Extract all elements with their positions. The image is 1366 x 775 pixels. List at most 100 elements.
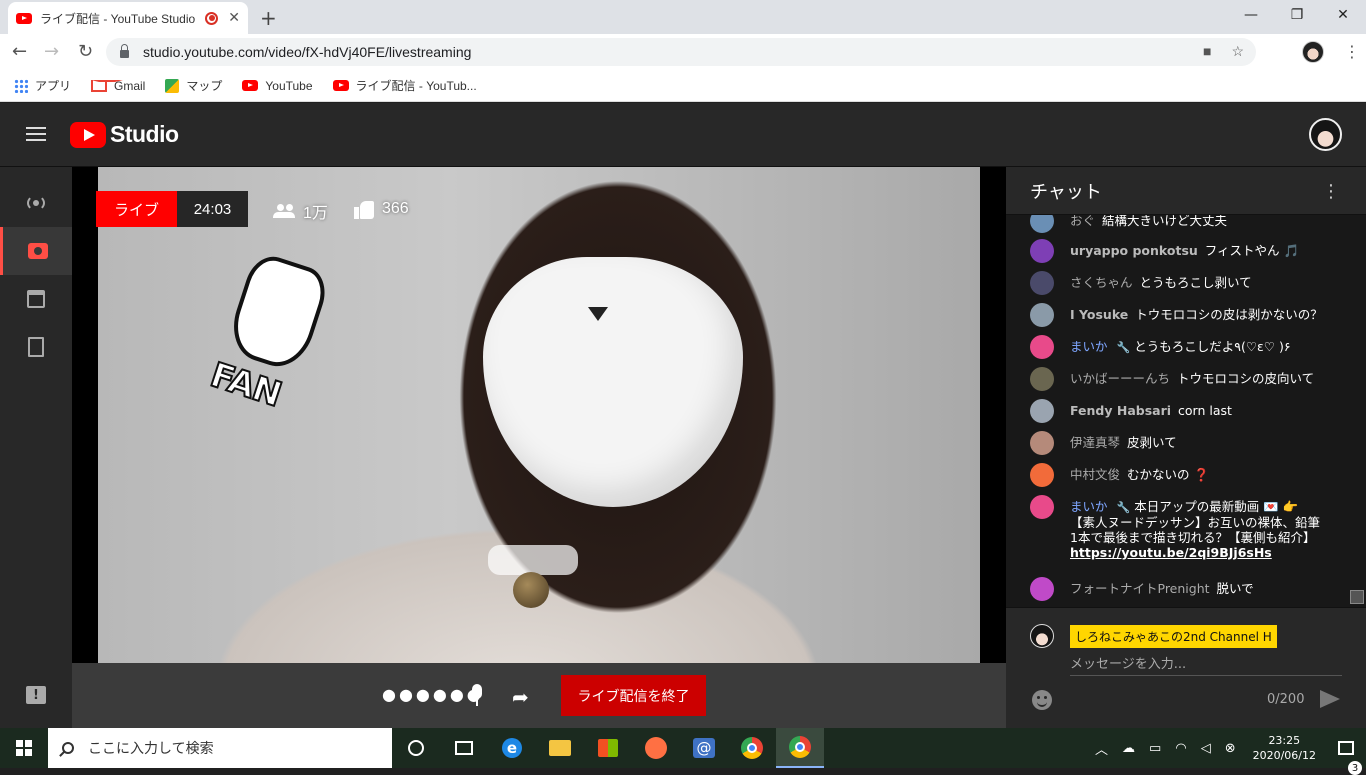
browser-tab-studio[interactable]: ライブ配信 - YouTube Studio ✕ — [8, 2, 248, 34]
reload-button[interactable]: ↻ — [78, 41, 93, 62]
chat-header: チャット ⋮ — [1006, 167, 1366, 215]
rail-stream-now[interactable] — [0, 179, 72, 227]
bookmark-youtube[interactable]: YouTube — [242, 79, 313, 93]
new-tab-button[interactable]: + — [260, 6, 277, 30]
chat-avatar — [1030, 215, 1054, 233]
calendar-icon — [27, 290, 45, 308]
moderator-wrench-icon: 🔧 — [1116, 341, 1131, 354]
share-icon[interactable]: ➦ — [512, 685, 529, 709]
youtube-logo-icon — [70, 121, 106, 148]
wifi-icon[interactable]: ◠ — [1175, 741, 1186, 756]
left-rail: ! — [0, 167, 72, 728]
chat-link[interactable]: https://youtu.be/2qi9BJj6sHs — [1070, 545, 1272, 560]
tab-close-icon[interactable]: ✕ — [228, 10, 240, 26]
notification-center[interactable]: 3 — [1326, 741, 1366, 775]
taskbar-clock[interactable]: 23:25 2020/06/12 — [1253, 733, 1316, 763]
chat-input-area: しろねこみゃあこの2nd Channel H 0/200 — [1006, 607, 1366, 728]
taskbar-explorer[interactable] — [536, 728, 584, 768]
end-stream-button[interactable]: ライブ配信を終了 — [561, 675, 706, 716]
browser-menu-icon[interactable]: ⋮ — [1344, 42, 1360, 61]
thumbs-up-icon — [354, 199, 374, 219]
browser-tabbar: ライブ配信 - YouTube Studio ✕ + — ❐ ✕ — [0, 0, 1366, 34]
cortana-button[interactable] — [392, 728, 440, 768]
bookmark-gmail[interactable]: Gmail — [91, 79, 145, 93]
feedback-icon[interactable]: ! — [26, 686, 46, 704]
maximize-button[interactable]: ❐ — [1274, 0, 1320, 30]
people-icon — [273, 204, 295, 218]
task-view-button[interactable] — [440, 728, 488, 768]
tab-title: ライブ配信 - YouTube Studio — [40, 11, 196, 26]
chat-menu-icon[interactable]: ⋮ — [1322, 181, 1340, 202]
chat-message-input[interactable] — [1070, 654, 1342, 676]
rail-webcam[interactable] — [0, 227, 72, 275]
bookmark-apps[interactable]: アプリ — [14, 77, 71, 94]
ime-icon[interactable]: ⊗ — [1225, 741, 1236, 756]
chat-avatar — [1030, 431, 1054, 455]
chat-avatar — [1030, 367, 1054, 391]
taskbar-store[interactable] — [584, 728, 632, 768]
taskbar-app-orange[interactable] — [632, 728, 680, 768]
rail-exit[interactable] — [0, 323, 72, 371]
camera-icon[interactable]: ■ — [1203, 43, 1211, 60]
search-icon — [62, 742, 74, 754]
ribbon — [488, 545, 578, 575]
start-button[interactable] — [0, 728, 48, 768]
maps-icon — [165, 78, 180, 93]
live-chat-panel: チャット ⋮ おぐ 結構大きいけど大丈夫 uryappo ponkotsu フィスト… — [1006, 167, 1366, 728]
taskbar-mail[interactable]: @ — [680, 728, 728, 768]
browser-profile-avatar[interactable] — [1302, 41, 1324, 63]
minimize-button[interactable]: — — [1228, 0, 1274, 30]
char-count: 0/200 — [1267, 692, 1305, 707]
cloud-icon[interactable]: ☁ — [1122, 741, 1135, 756]
menu-icon[interactable] — [26, 127, 46, 141]
chat-avatar — [1030, 399, 1054, 423]
studio-header: Studio — [0, 103, 1366, 167]
chat-message: まいか 🔧 とうもろこしだよ٩(♡ε♡ )۶ — [1030, 335, 1324, 359]
store-icon — [598, 739, 618, 757]
forward-button[interactable]: → — [44, 41, 59, 62]
chat-title: チャット — [1030, 181, 1102, 203]
bookmark-live-studio[interactable]: ライブ配信 - YouTub... — [332, 77, 477, 94]
chat-avatar — [1030, 239, 1054, 263]
url-field[interactable]: studio.youtube.com/video/fX-hdVj40FE/liv… — [106, 38, 1256, 66]
youtube-icon — [242, 80, 259, 91]
notification-count: 3 — [1348, 761, 1362, 775]
send-icon[interactable] — [1320, 690, 1340, 708]
chat-avatar — [1030, 463, 1054, 487]
stream-controls: ●●●●●● ➦ ライブ配信を終了 — [72, 663, 1006, 728]
lock-icon — [120, 43, 129, 58]
folder-icon — [549, 740, 571, 756]
chat-message: 中村文俊 むかないの ❓ — [1030, 463, 1324, 487]
chat-message: まいか 🔧 本日アップの最新動画 💌 👉 【素人ヌードデッサン】お互いの裸体、鉛筆… — [1030, 495, 1324, 560]
chevron-up-icon[interactable]: ︿ — [1095, 739, 1108, 758]
account-avatar[interactable] — [1309, 118, 1342, 151]
chat-avatar — [1030, 303, 1054, 327]
chat-message: Fendy Habsari corn last — [1030, 399, 1324, 423]
taskbar-search[interactable]: ここに入力して検索 — [48, 728, 392, 768]
chat-avatar — [1030, 271, 1054, 295]
chat-message: さくちゃん とうもろこし剥いて — [1030, 271, 1324, 295]
broadcast-icon — [25, 195, 47, 211]
volume-icon[interactable]: ◁ — [1201, 741, 1211, 756]
bookmark-maps[interactable]: マップ — [165, 77, 222, 94]
taskbar-chrome-profile[interactable] — [776, 728, 824, 768]
viewer-count: 1万 — [273, 199, 328, 223]
battery-icon[interactable]: ▭ — [1149, 741, 1161, 756]
app-icon — [645, 737, 667, 759]
chat-message-list[interactable]: おぐ 結構大きいけど大丈夫 uryappo ponkotsu フィストやん 🎵 さく… — [1006, 215, 1352, 607]
rail-manage[interactable] — [0, 275, 72, 323]
taskbar-chrome[interactable] — [728, 728, 776, 768]
face-mask — [483, 257, 743, 507]
star-icon[interactable]: ☆ — [1231, 43, 1244, 60]
chat-scrollbar[interactable] — [1350, 590, 1364, 604]
studio-logo[interactable]: Studio — [70, 121, 179, 148]
close-window-button[interactable]: ✕ — [1320, 0, 1366, 30]
emoji-icon[interactable] — [1032, 690, 1052, 710]
bell — [513, 572, 549, 608]
microphone-icon[interactable] — [472, 684, 482, 706]
taskbar-edge[interactable]: e — [488, 728, 536, 768]
youtube-favicon-icon — [16, 12, 32, 24]
my-avatar — [1030, 624, 1054, 648]
back-button[interactable]: ← — [12, 41, 27, 62]
live-label: ライブ — [96, 191, 177, 227]
